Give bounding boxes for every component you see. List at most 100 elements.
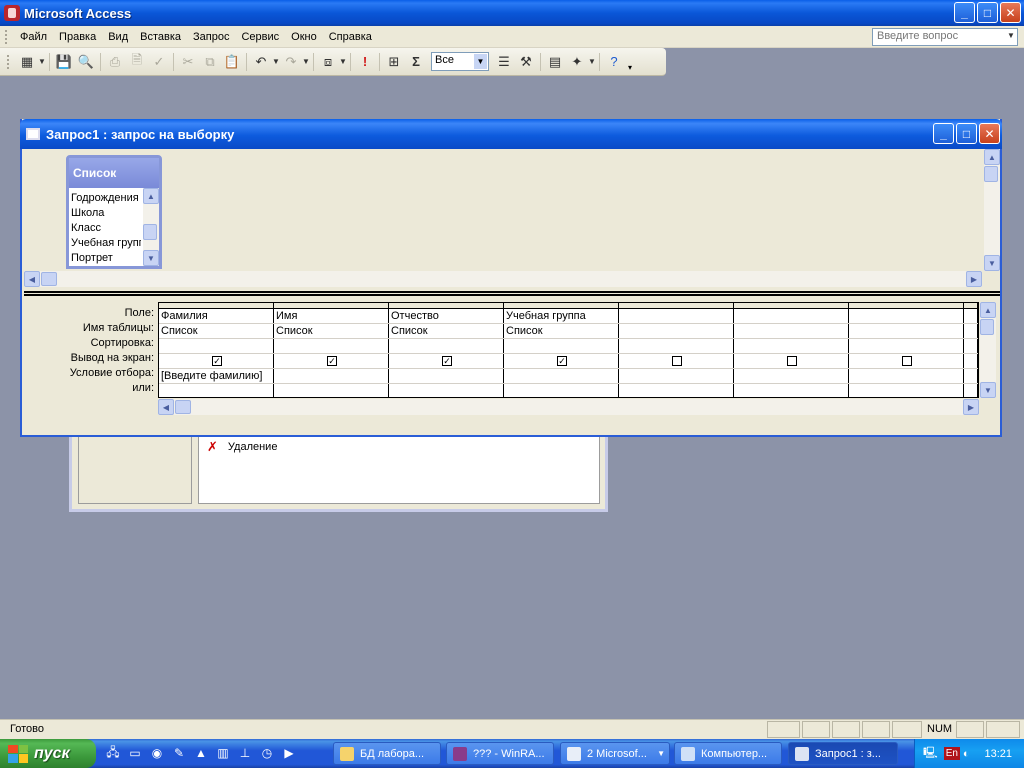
cd-icon[interactable]: ◉ [148,744,166,762]
table-cell[interactable] [619,324,734,338]
table-cell[interactable]: Список [389,324,504,338]
run-icon[interactable]: ! [354,51,376,73]
redo-icon[interactable]: ↷ [280,51,302,73]
column-selector[interactable] [734,303,849,308]
scroll-thumb[interactable] [143,224,157,240]
menu-insert[interactable]: Вставка [134,31,187,43]
menu-view[interactable]: Вид [102,31,134,43]
chevron-down-icon[interactable]: ▼ [302,57,310,66]
field-list-item[interactable]: Школа [71,206,141,221]
field-list-item[interactable]: Учебная группа [71,236,141,251]
ask-question-input[interactable]: Введите вопрос ▼ [872,28,1018,46]
criteria-cell[interactable] [964,369,978,383]
scroll-up-icon[interactable]: ▲ [143,188,159,204]
table-pane-vscrollbar[interactable]: ▲ ▼ [984,149,1000,271]
scroll-thumb[interactable] [175,400,191,414]
access-app-icon[interactable] [4,5,20,21]
maximize-button[interactable]: □ [956,123,977,144]
start-button[interactable]: пуск [0,739,96,768]
criteria-cell[interactable]: [Введите фамилию] [159,369,274,383]
minimize-button[interactable]: _ [954,2,975,23]
list-item[interactable]: ✗ Удаление [207,439,277,455]
show-checkbox[interactable] [902,356,912,366]
or-cell[interactable] [159,384,274,397]
save-icon[interactable]: 💾 [53,51,75,73]
close-button[interactable]: ✕ [1000,2,1021,23]
column-selector[interactable] [619,303,734,308]
column-selector[interactable] [159,303,274,308]
show-checkbox[interactable]: ✓ [327,356,337,366]
database-window-icon[interactable]: ▤ [544,51,566,73]
scroll-left-icon[interactable]: ◀ [24,271,40,287]
undo-icon[interactable]: ↶ [250,51,272,73]
field-cell[interactable]: Фамилия [159,309,274,323]
grid-hscrollbar[interactable]: ◀ ▶ [158,399,979,415]
top-values-select[interactable]: Все [431,52,489,71]
toolbar-grip[interactable] [7,54,10,69]
table-cell[interactable]: Список [274,324,389,338]
field-list-scrollbar[interactable]: ▲ ▼ [143,188,159,266]
builder-icon[interactable]: ⚒ [515,51,537,73]
chevron-down-icon[interactable]: ▼ [272,57,280,66]
field-cell[interactable] [734,309,849,323]
taskbar-item[interactable]: Запрос1 : з... [788,742,898,765]
help-icon[interactable]: ? [603,51,625,73]
table-cell[interactable] [849,324,964,338]
or-cell[interactable] [849,384,964,397]
chevron-down-icon[interactable]: ▼ [1007,31,1017,40]
maximize-button[interactable]: □ [977,2,998,23]
show-checkbox[interactable] [787,356,797,366]
scroll-thumb[interactable] [980,319,994,335]
table-pane[interactable]: Список Годрождения Школа Класс Учебная г… [24,149,1000,289]
field-list-item[interactable]: Годрождения [71,191,141,206]
clock-app-icon[interactable]: ◷ [258,744,276,762]
criteria-cell[interactable] [504,369,619,383]
taskbar-item[interactable]: БД лабора... [333,742,441,765]
sort-cell[interactable] [274,339,389,353]
field-list-item[interactable]: Портрет [71,251,141,266]
network-icon[interactable]: 🖧 [104,744,122,762]
chevron-down-icon[interactable]: ▼ [588,57,596,66]
print-preview-icon[interactable]: 🗎 [126,51,148,73]
language-indicator[interactable]: En [943,747,960,760]
field-cell[interactable] [619,309,734,323]
field-list-title[interactable]: Список [69,158,159,188]
volume-icon[interactable]: ◐ [963,748,970,760]
scroll-down-icon[interactable]: ▼ [984,255,1000,271]
paste-icon[interactable]: 📋 [221,51,243,73]
scroll-thumb[interactable] [984,166,998,182]
or-cell[interactable] [619,384,734,397]
field-cell[interactable]: Имя [274,309,389,323]
field-list-item[interactable]: Класс [71,221,141,236]
tools-icon[interactable]: ✎ [170,744,188,762]
app-icon[interactable]: ▲ [192,744,210,762]
field-cell[interactable] [849,309,964,323]
query-icon[interactable] [26,128,40,140]
menu-help[interactable]: Справка [323,31,378,43]
query-type-icon[interactable]: ⧈ [317,51,339,73]
taskbar-item[interactable]: Компьютер... [674,742,782,765]
scroll-up-icon[interactable]: ▲ [984,149,1000,165]
show-checkbox[interactable]: ✓ [557,356,567,366]
search-icon[interactable]: 🔍 [75,51,97,73]
scroll-down-icon[interactable]: ▼ [980,382,996,398]
pane-splitter[interactable] [24,291,1000,296]
criteria-cell[interactable] [274,369,389,383]
clock[interactable]: 13:21 [984,748,1012,760]
taskbar-item[interactable]: ??? - WinRA... [446,742,554,765]
field-cell[interactable]: Отчество [389,309,504,323]
toolbar-options-icon[interactable]: ▾ [625,48,635,76]
field-list-box[interactable]: Список Годрождения Школа Класс Учебная г… [66,155,162,269]
sort-cell[interactable] [159,339,274,353]
properties-icon[interactable]: ☰ [493,51,515,73]
column-selector[interactable] [964,303,978,308]
scroll-up-icon[interactable]: ▲ [980,302,996,318]
or-cell[interactable] [734,384,849,397]
query-window-title-bar[interactable]: Запрос1 : запрос на выборку _ □ ✕ [20,119,1002,149]
view-icon[interactable]: ▦ [16,51,38,73]
sort-cell[interactable] [619,339,734,353]
totals-icon[interactable]: Σ [405,51,427,73]
or-cell[interactable] [274,384,389,397]
grid-vscrollbar[interactable]: ▲ ▼ [980,302,996,398]
menu-query[interactable]: Запрос [187,31,235,43]
